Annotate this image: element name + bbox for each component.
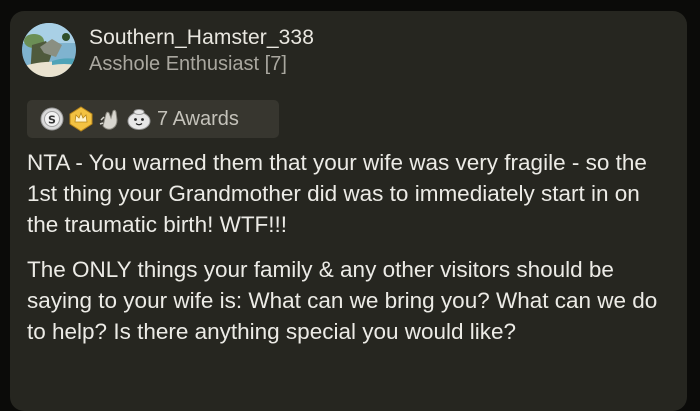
comment-paragraph: NTA - You warned them that your wife was…: [27, 150, 647, 237]
comment-body: NTA - You warned them that your wife was…: [27, 147, 677, 361]
gold-crown-award-icon: [69, 106, 93, 132]
awards-bar[interactable]: S 7 Awards: [27, 100, 279, 138]
comment-card: Southern_Hamster_338 Asshole Enthusiast …: [10, 11, 687, 411]
user-flair: Asshole Enthusiast [7]: [89, 53, 287, 75]
avatar[interactable]: [22, 23, 76, 77]
clapping-hands-award-icon: [99, 109, 118, 130]
wholesome-seal-award-icon: [127, 109, 151, 130]
awards-count: 7 Awards: [157, 107, 239, 130]
beach-avatar-image: [22, 23, 76, 77]
comment-paragraph: The ONLY things your family & any other …: [27, 257, 658, 344]
svg-text:S: S: [48, 114, 56, 127]
username[interactable]: Southern_Hamster_338: [89, 26, 314, 50]
silver-award-icon: S: [40, 107, 64, 131]
